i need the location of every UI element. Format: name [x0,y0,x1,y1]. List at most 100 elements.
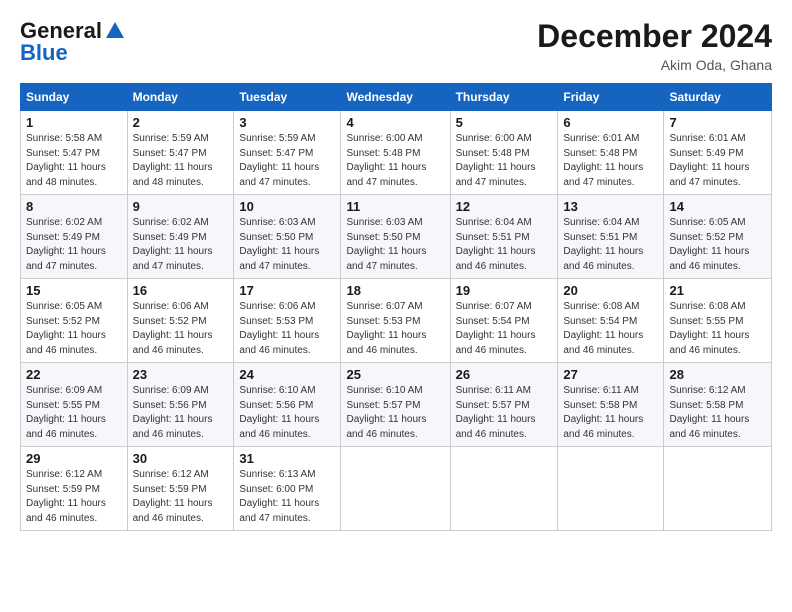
day-info: Sunrise: 5:59 AMSunset: 5:47 PMDaylight:… [239,133,319,188]
table-row: 18 Sunrise: 6:07 AMSunset: 5:53 PMDaylig… [341,279,450,363]
day-number: 13 [563,199,658,214]
day-info: Sunrise: 6:08 AMSunset: 5:54 PMDaylight:… [563,301,643,356]
day-number: 17 [239,283,335,298]
logo-blue: Blue [20,40,68,66]
col-wednesday: Wednesday [341,84,450,111]
day-info: Sunrise: 6:12 AMSunset: 5:59 PMDaylight:… [26,469,106,524]
title-block: December 2024 Akim Oda, Ghana [537,18,772,73]
day-info: Sunrise: 6:05 AMSunset: 5:52 PMDaylight:… [669,217,749,272]
day-number: 7 [669,115,766,130]
table-row: 15 Sunrise: 6:05 AMSunset: 5:52 PMDaylig… [21,279,128,363]
day-info: Sunrise: 6:02 AMSunset: 5:49 PMDaylight:… [26,217,106,272]
day-info: Sunrise: 6:06 AMSunset: 5:52 PMDaylight:… [133,301,213,356]
header: General Blue December 2024 Akim Oda, Gha… [20,18,772,73]
day-number: 25 [346,367,444,382]
col-saturday: Saturday [664,84,772,111]
day-info: Sunrise: 6:11 AMSunset: 5:57 PMDaylight:… [456,385,536,440]
table-row: 6 Sunrise: 6:01 AMSunset: 5:48 PMDayligh… [558,111,664,195]
day-info: Sunrise: 6:07 AMSunset: 5:53 PMDaylight:… [346,301,426,356]
table-row: 24 Sunrise: 6:10 AMSunset: 5:56 PMDaylig… [234,363,341,447]
day-info: Sunrise: 6:07 AMSunset: 5:54 PMDaylight:… [456,301,536,356]
table-row: 23 Sunrise: 6:09 AMSunset: 5:56 PMDaylig… [127,363,234,447]
day-info: Sunrise: 6:03 AMSunset: 5:50 PMDaylight:… [239,217,319,272]
day-info: Sunrise: 6:05 AMSunset: 5:52 PMDaylight:… [26,301,106,356]
table-row: 3 Sunrise: 5:59 AMSunset: 5:47 PMDayligh… [234,111,341,195]
table-row: 8 Sunrise: 6:02 AMSunset: 5:49 PMDayligh… [21,195,128,279]
day-info: Sunrise: 6:04 AMSunset: 5:51 PMDaylight:… [456,217,536,272]
day-info: Sunrise: 6:02 AMSunset: 5:49 PMDaylight:… [133,217,213,272]
calendar-week-row: 22 Sunrise: 6:09 AMSunset: 5:55 PMDaylig… [21,363,772,447]
month-title: December 2024 [537,18,772,55]
calendar-week-row: 15 Sunrise: 6:05 AMSunset: 5:52 PMDaylig… [21,279,772,363]
day-number: 26 [456,367,553,382]
day-number: 31 [239,451,335,466]
table-row: 30 Sunrise: 6:12 AMSunset: 5:59 PMDaylig… [127,447,234,531]
day-info: Sunrise: 6:04 AMSunset: 5:51 PMDaylight:… [563,217,643,272]
table-row: 14 Sunrise: 6:05 AMSunset: 5:52 PMDaylig… [664,195,772,279]
col-thursday: Thursday [450,84,558,111]
col-sunday: Sunday [21,84,128,111]
table-row: 22 Sunrise: 6:09 AMSunset: 5:55 PMDaylig… [21,363,128,447]
day-info: Sunrise: 6:13 AMSunset: 6:00 PMDaylight:… [239,469,319,524]
day-number: 2 [133,115,229,130]
day-number: 4 [346,115,444,130]
day-info: Sunrise: 6:01 AMSunset: 5:49 PMDaylight:… [669,133,749,188]
day-info: Sunrise: 6:11 AMSunset: 5:58 PMDaylight:… [563,385,643,440]
day-number: 6 [563,115,658,130]
calendar-week-row: 1 Sunrise: 5:58 AMSunset: 5:47 PMDayligh… [21,111,772,195]
table-row: 9 Sunrise: 6:02 AMSunset: 5:49 PMDayligh… [127,195,234,279]
day-info: Sunrise: 6:08 AMSunset: 5:55 PMDaylight:… [669,301,749,356]
table-row: 25 Sunrise: 6:10 AMSunset: 5:57 PMDaylig… [341,363,450,447]
logo-icon [104,20,126,42]
day-number: 14 [669,199,766,214]
day-number: 5 [456,115,553,130]
day-number: 3 [239,115,335,130]
col-tuesday: Tuesday [234,84,341,111]
day-info: Sunrise: 6:12 AMSunset: 5:59 PMDaylight:… [133,469,213,524]
table-row: 29 Sunrise: 6:12 AMSunset: 5:59 PMDaylig… [21,447,128,531]
day-info: Sunrise: 6:09 AMSunset: 5:55 PMDaylight:… [26,385,106,440]
day-number: 29 [26,451,122,466]
table-row [558,447,664,531]
day-number: 9 [133,199,229,214]
table-row: 19 Sunrise: 6:07 AMSunset: 5:54 PMDaylig… [450,279,558,363]
table-row: 5 Sunrise: 6:00 AMSunset: 5:48 PMDayligh… [450,111,558,195]
day-number: 12 [456,199,553,214]
day-number: 8 [26,199,122,214]
day-number: 11 [346,199,444,214]
table-row: 4 Sunrise: 6:00 AMSunset: 5:48 PMDayligh… [341,111,450,195]
table-row: 2 Sunrise: 5:59 AMSunset: 5:47 PMDayligh… [127,111,234,195]
table-row: 31 Sunrise: 6:13 AMSunset: 6:00 PMDaylig… [234,447,341,531]
table-row: 17 Sunrise: 6:06 AMSunset: 5:53 PMDaylig… [234,279,341,363]
day-number: 20 [563,283,658,298]
location: Akim Oda, Ghana [537,57,772,73]
table-row: 20 Sunrise: 6:08 AMSunset: 5:54 PMDaylig… [558,279,664,363]
day-number: 23 [133,367,229,382]
table-row: 28 Sunrise: 6:12 AMSunset: 5:58 PMDaylig… [664,363,772,447]
day-info: Sunrise: 5:58 AMSunset: 5:47 PMDaylight:… [26,133,106,188]
day-info: Sunrise: 6:01 AMSunset: 5:48 PMDaylight:… [563,133,643,188]
table-row: 11 Sunrise: 6:03 AMSunset: 5:50 PMDaylig… [341,195,450,279]
day-number: 21 [669,283,766,298]
table-row [450,447,558,531]
day-info: Sunrise: 6:00 AMSunset: 5:48 PMDaylight:… [346,133,426,188]
day-number: 10 [239,199,335,214]
day-info: Sunrise: 5:59 AMSunset: 5:47 PMDaylight:… [133,133,213,188]
calendar-table: Sunday Monday Tuesday Wednesday Thursday… [20,83,772,531]
table-row: 13 Sunrise: 6:04 AMSunset: 5:51 PMDaylig… [558,195,664,279]
day-number: 24 [239,367,335,382]
day-info: Sunrise: 6:00 AMSunset: 5:48 PMDaylight:… [456,133,536,188]
calendar-header-row: Sunday Monday Tuesday Wednesday Thursday… [21,84,772,111]
table-row: 7 Sunrise: 6:01 AMSunset: 5:49 PMDayligh… [664,111,772,195]
table-row [341,447,450,531]
table-row: 16 Sunrise: 6:06 AMSunset: 5:52 PMDaylig… [127,279,234,363]
table-row [664,447,772,531]
day-number: 22 [26,367,122,382]
table-row: 10 Sunrise: 6:03 AMSunset: 5:50 PMDaylig… [234,195,341,279]
table-row: 26 Sunrise: 6:11 AMSunset: 5:57 PMDaylig… [450,363,558,447]
table-row: 27 Sunrise: 6:11 AMSunset: 5:58 PMDaylig… [558,363,664,447]
col-friday: Friday [558,84,664,111]
day-number: 18 [346,283,444,298]
logo: General Blue [20,18,126,66]
table-row: 12 Sunrise: 6:04 AMSunset: 5:51 PMDaylig… [450,195,558,279]
